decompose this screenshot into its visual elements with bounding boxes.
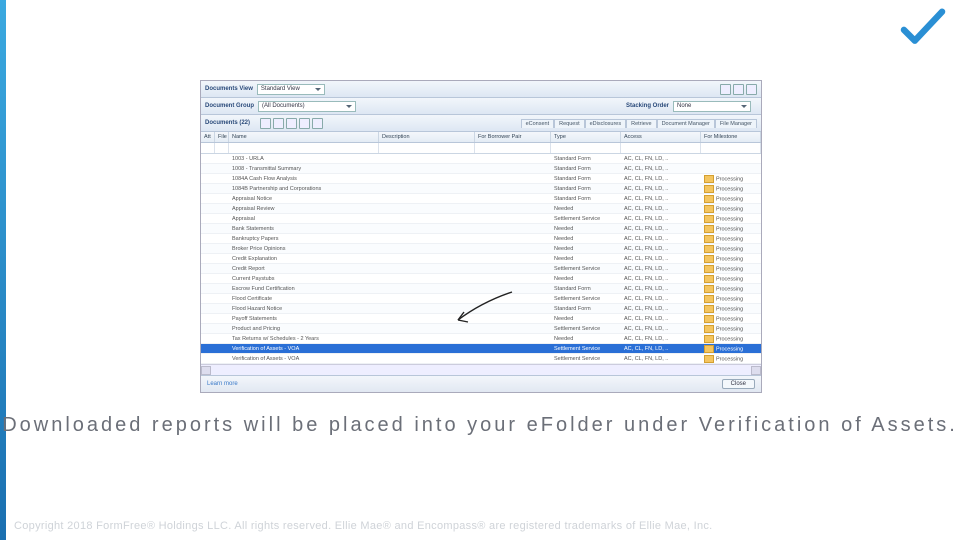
filter-name[interactable] bbox=[229, 143, 379, 153]
tab-doc-manager[interactable]: Document Manager bbox=[657, 119, 715, 128]
efolder-screenshot: Documents View Standard View Document Gr… bbox=[200, 80, 762, 393]
col-att[interactable]: Att bbox=[201, 132, 215, 142]
action-tabs: eConsent Request eDisclosures Retrieve D… bbox=[521, 119, 757, 128]
doc-action-icons bbox=[260, 118, 323, 129]
table-row[interactable]: Payoff StatementsNeededAC, CL, FN, LD, .… bbox=[201, 314, 761, 324]
stack-dropdown-value: None bbox=[677, 103, 691, 109]
table-row[interactable]: 1084B Partnership and CorporationsStanda… bbox=[201, 184, 761, 194]
learn-more-link[interactable]: Learn more bbox=[207, 381, 238, 387]
check-logo bbox=[900, 8, 946, 53]
filter-pair[interactable] bbox=[475, 143, 551, 153]
chevron-down-icon bbox=[315, 88, 321, 91]
table-row[interactable]: Product and PricingSettlement ServiceAC,… bbox=[201, 324, 761, 334]
view-dropdown[interactable]: Standard View bbox=[257, 84, 325, 95]
edit-icon[interactable] bbox=[273, 118, 284, 129]
col-pair[interactable]: For Borrower Pair bbox=[475, 132, 551, 142]
table-row[interactable]: 1003 - URLAStandard FormAC, CL, FN, LD, … bbox=[201, 154, 761, 164]
stack-order-label: Stacking Order bbox=[626, 103, 669, 109]
table-row[interactable]: Current PaystubsNeededAC, CL, FN, LD, ..… bbox=[201, 274, 761, 284]
col-file[interactable]: File bbox=[215, 132, 229, 142]
horizontal-scrollbar[interactable] bbox=[201, 364, 761, 375]
table-row[interactable]: Broker Price OpinionsNeededAC, CL, FN, L… bbox=[201, 244, 761, 254]
table-header: Att File Name Description For Borrower P… bbox=[201, 132, 761, 143]
filter-att[interactable] bbox=[201, 143, 215, 153]
col-type[interactable]: Type bbox=[551, 132, 621, 142]
filter-type[interactable] bbox=[551, 143, 621, 153]
refresh-icon[interactable] bbox=[733, 84, 744, 95]
print-icon[interactable] bbox=[312, 118, 323, 129]
group-dropdown[interactable]: (All Documents) bbox=[258, 101, 356, 112]
save-icon[interactable] bbox=[720, 84, 731, 95]
tab-edisclosures[interactable]: eDisclosures bbox=[585, 119, 626, 128]
close-button[interactable]: Close bbox=[722, 379, 755, 389]
table-row[interactable]: Escrow Fund CertificationStandard FormAC… bbox=[201, 284, 761, 294]
filter-file[interactable] bbox=[215, 143, 229, 153]
dialog-footer: Learn more Close bbox=[201, 375, 761, 392]
filter-desc[interactable] bbox=[379, 143, 475, 153]
group-dropdown-value: (All Documents) bbox=[262, 103, 305, 109]
table-row[interactable]: Flood CertificateSettlement ServiceAC, C… bbox=[201, 294, 761, 304]
tab-file-manager[interactable]: File Manager bbox=[715, 119, 757, 128]
delete-icon[interactable] bbox=[286, 118, 297, 129]
table-body: 1003 - URLAStandard FormAC, CL, FN, LD, … bbox=[201, 154, 761, 364]
table-row[interactable]: Verification of Assets - VOASettlement S… bbox=[201, 354, 761, 364]
tab-request[interactable]: Request bbox=[554, 119, 585, 128]
table-row[interactable]: Credit ReportSettlement ServiceAC, CL, F… bbox=[201, 264, 761, 274]
table-row[interactable]: Flood Hazard NoticeStandard FormAC, CL, … bbox=[201, 304, 761, 314]
table-row[interactable]: Tax Returns w/ Schedules - 2 YearsNeeded… bbox=[201, 334, 761, 344]
slide-caption: Downloaded reports will be placed into y… bbox=[0, 410, 960, 440]
filter-row bbox=[201, 143, 761, 154]
col-access[interactable]: Access bbox=[621, 132, 701, 142]
stack-dropdown[interactable]: None bbox=[673, 101, 751, 112]
table-row[interactable]: Bankruptcy PapersNeededAC, CL, FN, LD, .… bbox=[201, 234, 761, 244]
filter-access[interactable] bbox=[621, 143, 701, 153]
col-name[interactable]: Name bbox=[229, 132, 379, 142]
table-row[interactable]: Credit ExplanationNeededAC, CL, FN, LD, … bbox=[201, 254, 761, 264]
tab-econsent[interactable]: eConsent bbox=[521, 119, 555, 128]
table-row[interactable]: AppraisalSettlement ServiceAC, CL, FN, L… bbox=[201, 214, 761, 224]
documents-view-label: Documents View bbox=[205, 86, 253, 92]
table-row[interactable]: 1008 - Transmittal SummaryStandard FormA… bbox=[201, 164, 761, 174]
export-icon[interactable] bbox=[299, 118, 310, 129]
slide-accent-bar bbox=[0, 0, 6, 540]
chevron-down-icon bbox=[346, 105, 352, 108]
chevron-down-icon bbox=[741, 105, 747, 108]
filter-milestone[interactable] bbox=[701, 143, 761, 153]
col-milestone[interactable]: For Milestone bbox=[701, 132, 761, 142]
toolbar-documents: Documents (22) eConsent Request eDisclos… bbox=[201, 115, 761, 132]
reset-icon[interactable] bbox=[746, 84, 757, 95]
toolbar-view: Documents View Standard View bbox=[201, 81, 761, 98]
toolbar-group: Document Group (All Documents) Stacking … bbox=[201, 98, 761, 115]
col-desc[interactable]: Description bbox=[379, 132, 475, 142]
table-row[interactable]: Appraisal ReviewNeededAC, CL, FN, LD, ..… bbox=[201, 204, 761, 214]
view-toolbar-icons bbox=[720, 84, 757, 95]
tab-retrieve[interactable]: Retrieve bbox=[626, 119, 656, 128]
copyright-text: Copyright 2018 FormFree® Holdings LLC. A… bbox=[14, 520, 713, 532]
table-row[interactable]: Appraisal NoticeStandard FormAC, CL, FN,… bbox=[201, 194, 761, 204]
doc-group-label: Document Group bbox=[205, 103, 254, 109]
table-row[interactable]: Bank StatementsNeededAC, CL, FN, LD, ..P… bbox=[201, 224, 761, 234]
table-row[interactable]: Verification of Assets - VOASettlement S… bbox=[201, 344, 761, 354]
table-row[interactable]: 1084A Cash Flow AnalysisStandard FormAC,… bbox=[201, 174, 761, 184]
documents-count-label: Documents (22) bbox=[205, 120, 250, 126]
add-icon[interactable] bbox=[260, 118, 271, 129]
view-dropdown-value: Standard View bbox=[261, 86, 300, 92]
